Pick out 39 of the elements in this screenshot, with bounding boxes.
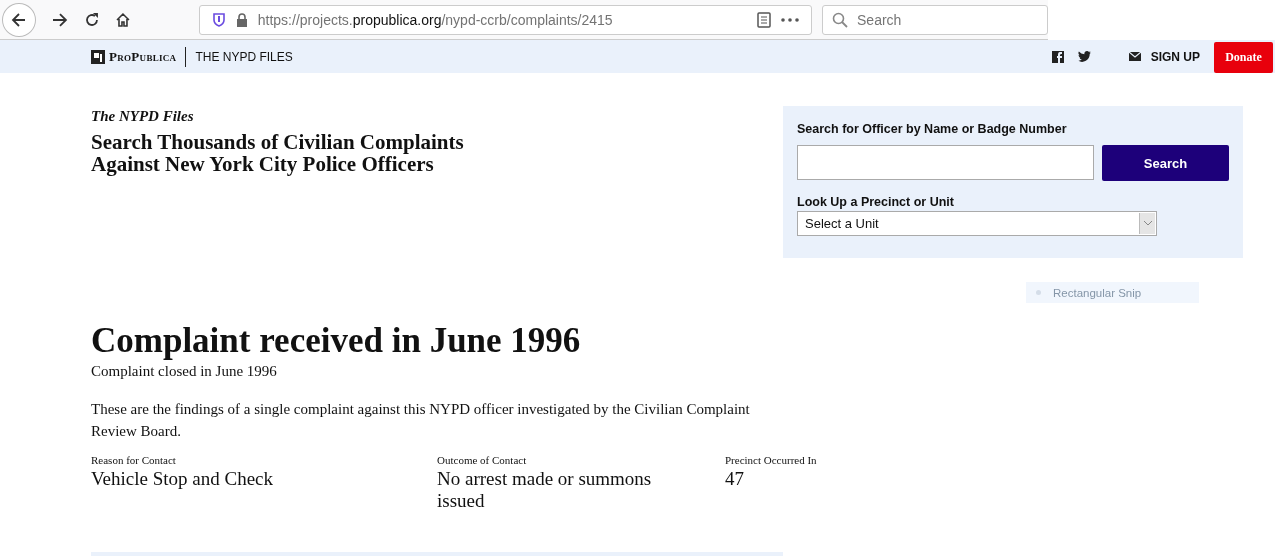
fact-value: Vehicle Stop and Check — [91, 468, 275, 490]
closed-date: Complaint closed in June 1996 — [91, 363, 278, 380]
shield-icon — [211, 11, 226, 28]
back-button[interactable] — [2, 2, 36, 37]
donate-button[interactable]: Donate — [1214, 42, 1273, 73]
section-link[interactable]: THE NYPD FILES — [195, 49, 293, 64]
search-icon — [832, 11, 848, 28]
browser-search-field[interactable]: Search — [822, 4, 1048, 35]
reload-icon[interactable] — [83, 11, 100, 28]
url-text: https://projects.propublica.org/nypd-ccrb/complaints/2415 — [257, 11, 614, 28]
description: These are the findings of a single complaint against this NYPD officer investigated by the Civilian Complaint Review Board. — [91, 400, 751, 441]
mail-icon[interactable] — [1128, 52, 1141, 61]
facebook-icon[interactable] — [1051, 50, 1064, 63]
kicker: The NYPD Files — [91, 108, 195, 125]
logo-icon — [91, 49, 105, 64]
reader-view-icon[interactable] — [757, 11, 771, 28]
address-bar[interactable]: https://projects.propublica.org/nypd-ccrb/complaints/2415 — [198, 4, 812, 35]
unit-dropdown[interactable]: Select a Unit — [797, 211, 1157, 236]
sign-up-link[interactable]: SIGN UP — [1150, 49, 1200, 64]
fact-label: Reason for Contact — [91, 454, 177, 466]
field-label: Search for Officer by Name or Badge Number — [797, 122, 1068, 136]
twitter-icon[interactable] — [1077, 51, 1091, 62]
field-label: Look Up a Precinct or Unit — [797, 195, 955, 209]
lock-icon — [235, 12, 248, 27]
more-icon[interactable] — [781, 17, 799, 22]
chevron-icon — [1143, 221, 1152, 226]
logo-text[interactable]: ProPublica — [109, 48, 177, 65]
fact-value: No arrest made or summons issued — [437, 468, 653, 512]
forward-icon[interactable] — [50, 10, 69, 29]
fact-label: Outcome of Contact — [437, 454, 528, 466]
back-arrow-icon — [9, 10, 28, 29]
headline: Search Thousands of Civilian Complaints Against New York City Police Officers — [91, 131, 464, 175]
snip-tooltip: Rectangular Snip — [1026, 282, 1199, 303]
complaint-title: Complaint received in June 1996 — [91, 321, 582, 361]
home-icon[interactable] — [114, 11, 131, 28]
search-button[interactable]: Search — [1102, 145, 1229, 181]
fact-value: 47 — [725, 468, 745, 490]
officer-search-field[interactable] — [797, 145, 1094, 180]
fact-label: Precinct Occurred In — [725, 454, 818, 466]
